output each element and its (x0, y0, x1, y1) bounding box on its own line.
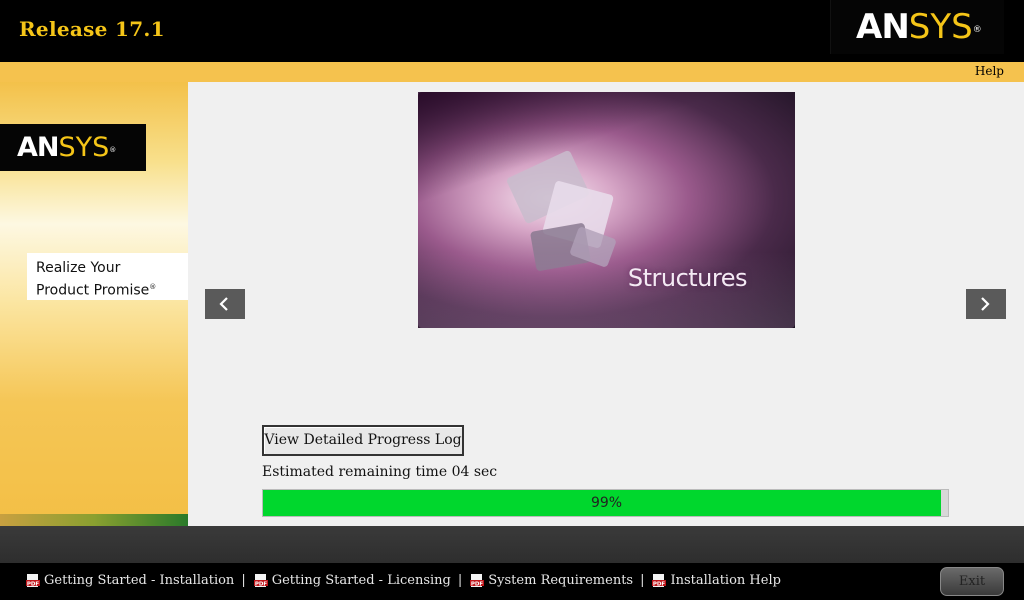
svg-text:PDF: PDF (471, 581, 484, 587)
pdf-icon: PDF (253, 574, 268, 587)
footer-separator: | (241, 573, 246, 588)
pdf-icon: PDF (652, 574, 667, 587)
bottom-separator-bar (0, 526, 1024, 563)
progress-bar: 99% (262, 489, 949, 517)
progress-percent-label: 99% (590, 495, 623, 511)
tagline: Realize Your Product Promise® (27, 253, 188, 300)
svg-text:PDF: PDF (255, 581, 268, 587)
pdf-icon: PDF (26, 574, 40, 587)
footer-link-label: Getting Started - Installation (44, 573, 235, 588)
tagline-line1: Realize Your (36, 260, 121, 276)
footer-link-2[interactable]: PDF Getting Started - Licensing (253, 573, 451, 588)
svg-text:PDF: PDF (653, 581, 666, 587)
title-bar: Release 17.1 ANSYS® (0, 0, 1024, 62)
exit-button[interactable]: Exit (940, 567, 1004, 596)
release-title: Release 17.1 (19, 17, 165, 41)
ansys-logo: ANSYS® (856, 7, 982, 47)
estimated-time-label: Estimated remaining time 04 sec (262, 464, 498, 480)
svg-text:PDF: PDF (27, 581, 40, 587)
sidebar-logo: ANSYS® (0, 124, 146, 171)
chevron-right-icon (981, 297, 990, 311)
footer-separator: | (640, 573, 645, 588)
header-logo: ANSYS® (830, 0, 1004, 54)
footer-link-label: Installation Help (670, 573, 781, 588)
chevron-left-icon (219, 297, 228, 311)
footer-link-1[interactable]: PDF Getting Started - Installation (26, 573, 234, 588)
footer-links: PDF Getting Started - Installation | PDF Get… (26, 573, 781, 588)
footer-link-label: System Requirements (488, 573, 634, 588)
footer-bar: PDF Getting Started - Installation | PDF Get… (0, 563, 1024, 600)
footer-link-3[interactable]: PDF System Requirements (470, 573, 633, 588)
next-slide-button[interactable] (966, 289, 1006, 319)
sidebar-decoration (0, 514, 188, 526)
ansys-logo-small: ANSYS® (17, 132, 116, 163)
help-strip: Help (0, 62, 1024, 82)
footer-link-4[interactable]: PDF Installation Help (652, 573, 781, 588)
view-progress-log-button[interactable]: View Detailed Progress Log (262, 425, 464, 456)
previous-slide-button[interactable] (205, 289, 245, 319)
footer-separator: | (457, 573, 463, 588)
slide-caption: Structures (627, 264, 748, 292)
pdf-icon: PDF (470, 574, 485, 587)
tagline-line2: Product Promise (36, 282, 150, 299)
footer-link-label: Getting Started - Licensing (271, 573, 451, 588)
help-link[interactable]: Help (975, 64, 1004, 78)
product-slide-image: Structures (418, 92, 795, 328)
